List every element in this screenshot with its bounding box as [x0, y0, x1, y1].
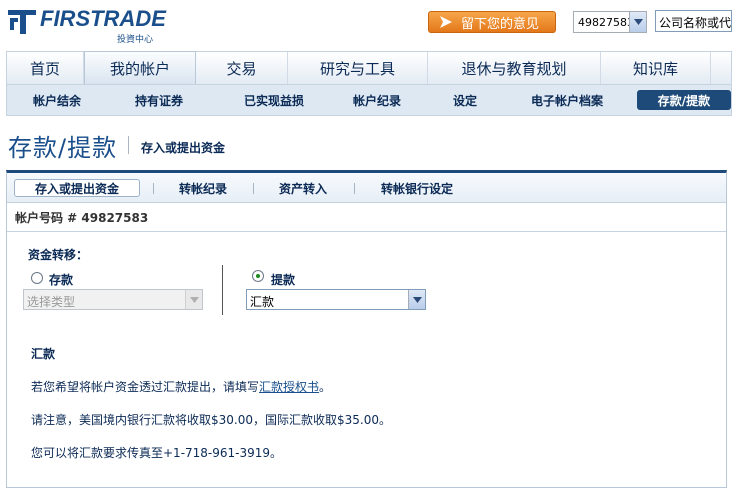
logo-arrow-icon: [8, 10, 36, 34]
tab-separator: [354, 183, 355, 194]
wire-instruction-pre: 若您希望将帐户资金透过汇款提出，请填写: [31, 380, 260, 394]
withdraw-radio-label: 提款: [271, 273, 296, 287]
wire-instruction-text: 若您希望将帐户资金透过汇款提出，请填写汇款授权书。: [31, 378, 331, 395]
withdraw-type-value: 汇款: [250, 295, 275, 309]
subnav-e-documents[interactable]: 电子帐户档案: [519, 90, 615, 110]
chevron-down-icon: [408, 290, 425, 309]
nav-home[interactable]: 首页: [7, 52, 84, 84]
title-divider: [128, 136, 129, 154]
nav-trade[interactable]: 交易: [196, 52, 288, 84]
header: FIRSTRADE 投資中心 留下您的意见 49827583 公司名称或代: [0, 0, 732, 52]
tab-separator: [153, 183, 154, 194]
arrow-right-icon: [440, 16, 452, 28]
subnav-settings[interactable]: 设定: [439, 90, 491, 110]
tab-separator: [253, 183, 254, 194]
account-select-value: 49827583: [578, 15, 634, 29]
nav-my-account[interactable]: 我的帐户: [84, 51, 196, 85]
tab-deposit-withdraw[interactable]: 存入或提出资金: [14, 179, 140, 197]
panel-tabs: 存入或提出资金 转帐纪录 资产转入 转帐银行设定: [7, 173, 726, 203]
chevron-down-icon: [185, 290, 202, 309]
page-subtitle: 存入或提出资金: [141, 141, 226, 155]
fund-transfer-label: 资金转移：: [28, 248, 89, 262]
feedback-label: 留下您的意见: [461, 16, 540, 32]
account-number: 帐户号码 # 49827583: [7, 204, 726, 232]
feedback-button[interactable]: 留下您的意见: [428, 11, 556, 33]
content-panel: 存入或提出资金 转帐纪录 资产转入 转帐银行设定 帐户号码 # 49827583…: [6, 170, 727, 488]
wire-instruction-post: 。: [319, 380, 332, 394]
deposit-type-select: 选择类型: [23, 289, 203, 310]
subnav-realized-gains[interactable]: 已实现益损: [229, 90, 319, 110]
nav-retirement-education[interactable]: 退休与教育规划: [428, 52, 601, 84]
subnav-positions[interactable]: 持有证券: [121, 90, 197, 110]
nav-research-tools[interactable]: 研究与工具: [288, 52, 428, 84]
firstrade-logo[interactable]: FIRSTRADE 投資中心: [6, 4, 166, 45]
wire-fax-text: 您可以将汇款要求传真至+1-718-961-3919。: [31, 446, 283, 460]
form-divider: [222, 265, 223, 315]
sub-nav: 帐户结余 持有证券 已实现益损 帐户纪录 设定 电子帐户档案 存款/提款: [6, 84, 732, 116]
tab-asset-transfer-in[interactable]: 资产转入: [265, 179, 341, 197]
chevron-down-icon: [629, 12, 646, 32]
subnav-deposit-withdraw[interactable]: 存款/提款: [637, 90, 731, 110]
withdraw-radio[interactable]: [252, 270, 264, 282]
account-select[interactable]: 49827583: [573, 11, 647, 33]
logo-text: FIRSTRADE: [40, 6, 166, 31]
wire-authorization-link[interactable]: 汇款授权书: [259, 380, 319, 394]
tab-bank-settings[interactable]: 转帐银行设定: [367, 179, 467, 197]
subnav-account-history[interactable]: 帐户纪录: [339, 90, 415, 110]
subnav-balances[interactable]: 帐户结余: [19, 90, 95, 110]
main-nav: 首页 我的帐户 交易 研究与工具 退休与教育规划 知识库: [6, 51, 732, 85]
tab-transfer-history[interactable]: 转帐纪录: [165, 179, 241, 197]
deposit-radio[interactable]: [31, 272, 43, 284]
wire-fee-text: 请注意，美国境内银行汇款将收取$30.00，国际汇款收取$35.00。: [31, 413, 391, 427]
deposit-radio-label: 存款: [49, 273, 74, 287]
logo-subtitle: 投資中心: [117, 35, 154, 45]
wire-section-title: 汇款: [31, 347, 56, 361]
nav-knowledge-base[interactable]: 知识库: [601, 52, 711, 84]
deposit-type-placeholder: 选择类型: [27, 295, 76, 309]
page-title: 存款/提款: [8, 134, 118, 162]
withdraw-type-select[interactable]: 汇款: [246, 289, 426, 310]
symbol-search-input[interactable]: 公司名称或代: [655, 10, 732, 32]
